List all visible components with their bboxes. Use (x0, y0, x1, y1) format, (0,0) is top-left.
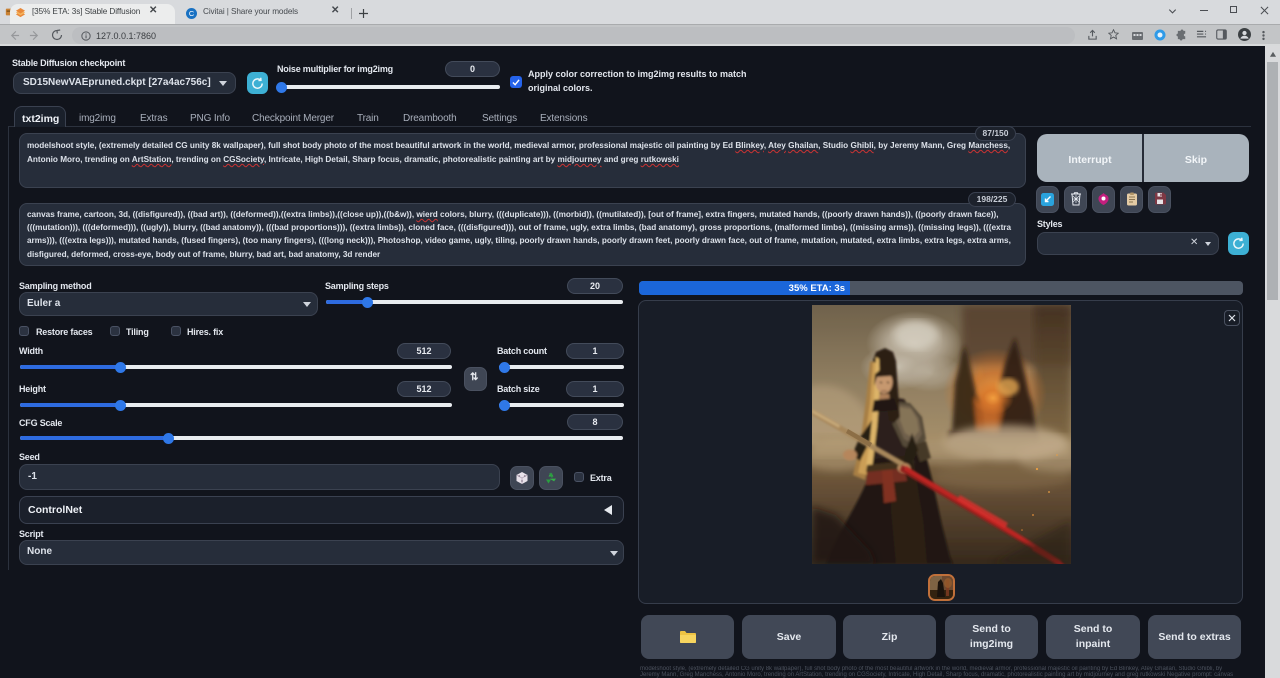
svg-text:C: C (189, 9, 195, 18)
